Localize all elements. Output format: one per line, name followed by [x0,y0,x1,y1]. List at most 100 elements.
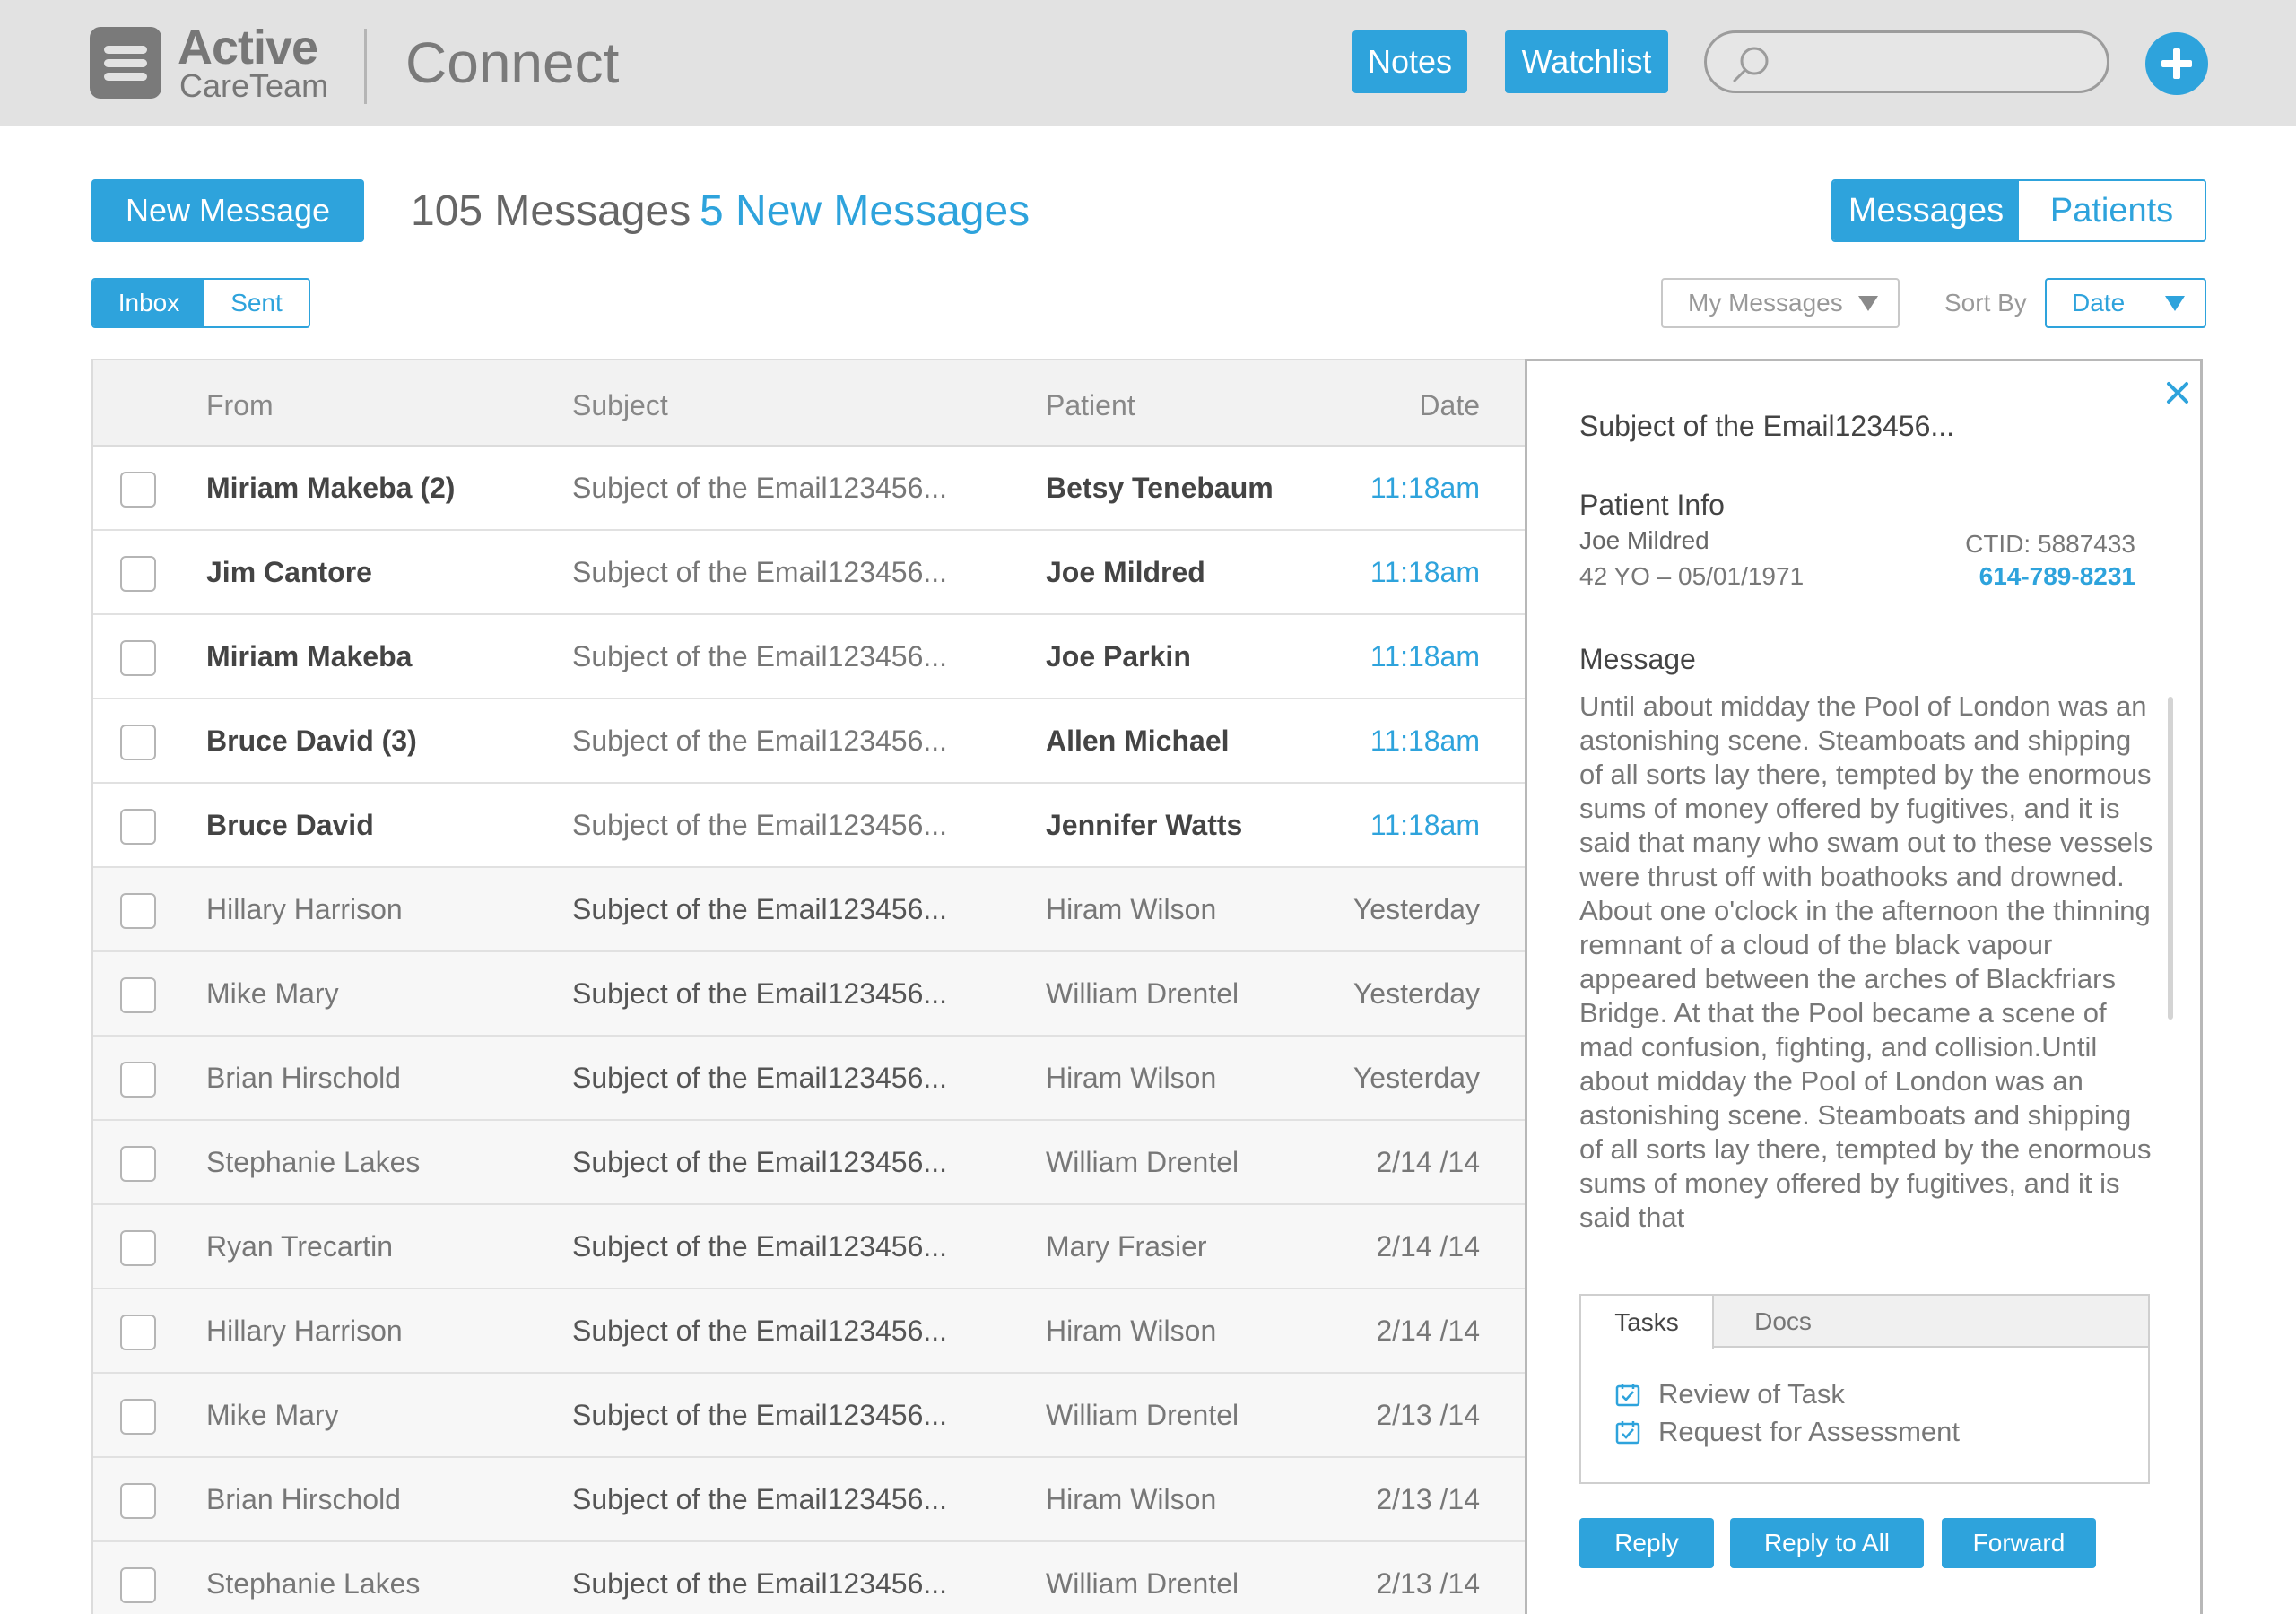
top-bar: Active CareTeam Connect Notes Watchlist [0,0,2296,126]
tab-docs[interactable]: Docs [1716,1296,1850,1348]
row-date: 2/13 /14 [1376,1483,1480,1515]
row-checkbox[interactable] [120,1315,156,1350]
table-row[interactable]: Miriam Makeba (2) Subject of the Email123… [93,447,1525,531]
column-patient[interactable]: Patient [1046,389,1135,422]
row-date: Yesterday [1352,1062,1480,1094]
row-subject: Subject of the Email123456... [572,1399,948,1431]
row-checkbox[interactable] [120,893,156,929]
table-row[interactable]: Hillary Harrison Subject of the Email1234… [93,1289,1525,1374]
row-date: 11:18am [1370,472,1480,504]
message-filter-select[interactable]: My Messages [1661,278,1900,328]
sort-select[interactable]: Date [2045,278,2206,328]
column-subject[interactable]: Subject [572,389,668,422]
tasks-docs-box: Tasks Docs Review of Task Request for As… [1579,1294,2150,1484]
row-from: Hillary Harrison [206,1315,403,1347]
reply-all-button[interactable]: Reply to All [1730,1518,1924,1568]
row-checkbox[interactable] [120,1146,156,1182]
row-patient: Joe Mildred [1046,556,1205,588]
table-row[interactable]: Mike Mary Subject of the Email123456... Wi… [93,1374,1525,1458]
row-checkbox[interactable] [120,1062,156,1098]
column-date[interactable]: Date [1419,389,1480,422]
row-subject: Subject of the Email123456... [572,556,948,588]
column-from[interactable]: From [206,389,274,422]
row-checkbox[interactable] [120,977,156,1013]
task-item[interactable]: Review of Task [1615,1378,1845,1410]
app-title: Connect [405,30,620,95]
message-heading: Message [1579,643,1696,675]
row-checkbox[interactable] [120,809,156,845]
sort-value: Date [2072,289,2126,317]
row-from: Stephanie Lakes [206,1146,421,1178]
logo-careteam-text: CareTeam [179,67,329,104]
add-button[interactable] [2145,32,2208,95]
row-subject: Subject of the Email123456... [572,809,948,841]
tab-tasks[interactable]: Tasks [1581,1296,1714,1349]
row-checkbox[interactable] [120,1483,156,1519]
tab-sent[interactable]: Sent [204,280,309,326]
view-toggle: Messages Patients [1831,179,2206,242]
row-from: Jim Cantore [206,556,372,588]
row-subject: Subject of the Email123456... [572,1567,948,1600]
reply-button[interactable]: Reply [1579,1518,1714,1568]
header-divider [364,29,367,104]
row-checkbox[interactable] [120,1230,156,1266]
table-row[interactable]: Bruce David (3) Subject of the Email12345… [93,699,1525,784]
row-checkbox[interactable] [120,1567,156,1603]
table-row[interactable]: Miriam Makeba Subject of the Email123456.… [93,615,1525,699]
row-from: Mike Mary [206,977,339,1010]
task-item[interactable]: Request for Assessment [1615,1416,1960,1448]
table-row[interactable]: Ryan Trecartin Subject of the Email123456… [93,1205,1525,1289]
row-subject: Subject of the Email123456... [572,1230,948,1263]
row-checkbox[interactable] [120,725,156,760]
row-subject: Subject of the Email123456... [572,1146,948,1178]
row-from: Brian Hirschold [206,1483,401,1515]
tasks-tabs: Tasks Docs [1581,1296,2148,1349]
row-from: Bruce David (3) [206,725,417,757]
row-subject: Subject of the Email123456... [572,1315,948,1347]
row-date: 2/13 /14 [1376,1567,1480,1600]
row-subject: Subject of the Email123456... [572,640,948,672]
forward-button[interactable]: Forward [1942,1518,2096,1568]
row-patient: William Drentel [1046,1146,1239,1178]
row-date: 2/14 /14 [1376,1315,1480,1347]
table-row[interactable]: Brian Hirschold Subject of the Email12345… [93,1458,1525,1542]
message-body: Until about midday the Pool of London wa… [1579,690,2153,1228]
row-from: Bruce David [206,809,374,841]
search-input[interactable] [1704,30,2109,93]
calendar-check-icon [1615,1421,1640,1445]
table-row[interactable]: Brian Hirschold Subject of the Email12345… [93,1037,1525,1121]
tab-patients[interactable]: Patients [2019,181,2205,240]
row-patient: Hiram Wilson [1046,1483,1217,1515]
table-row[interactable]: Bruce David Subject of the Email123456...… [93,784,1525,868]
notes-button[interactable]: Notes [1352,30,1467,93]
close-icon[interactable] [2164,379,2191,406]
table-row[interactable]: Stephanie Lakes Subject of the Email12345… [93,1121,1525,1205]
message-table: From Subject Patient Date Miriam Makeba … [91,359,1525,1614]
row-from: Brian Hirschold [206,1062,401,1094]
row-from: Miriam Makeba (2) [206,472,456,504]
row-date: Yesterday [1352,977,1480,1010]
row-checkbox[interactable] [120,556,156,592]
table-row[interactable]: Hillary Harrison Subject of the Email1234… [93,868,1525,952]
row-subject: Subject of the Email123456... [572,1483,948,1515]
row-checkbox[interactable] [120,472,156,508]
menu-logo-icon[interactable] [90,27,161,99]
new-message-button[interactable]: New Message [91,179,364,242]
mailbox-toggle: Inbox Sent [91,278,310,328]
row-checkbox[interactable] [120,1399,156,1435]
message-scrollbar[interactable] [2168,697,2173,1020]
table-row[interactable]: Mike Mary Subject of the Email123456... Wi… [93,952,1525,1037]
patient-phone[interactable]: 614-789-8231 [1979,562,2135,591]
table-body: Miriam Makeba (2) Subject of the Email123… [93,447,1525,1614]
tab-inbox[interactable]: Inbox [93,280,204,326]
tab-messages[interactable]: Messages [1833,181,2019,240]
new-message-count[interactable]: 5 New Messages [700,187,1030,236]
patient-ctid: CTID: 5887433 [1965,530,2135,558]
row-patient: Allen Michael [1046,725,1230,757]
table-row[interactable]: Jim Cantore Subject of the Email123456...… [93,531,1525,615]
watchlist-button[interactable]: Watchlist [1505,30,1668,93]
table-row[interactable]: Stephanie Lakes Subject of the Email12345… [93,1542,1525,1614]
row-checkbox[interactable] [120,640,156,676]
patient-name: Joe Mildred [1579,526,1709,554]
logo-active-text: Active [178,21,318,74]
